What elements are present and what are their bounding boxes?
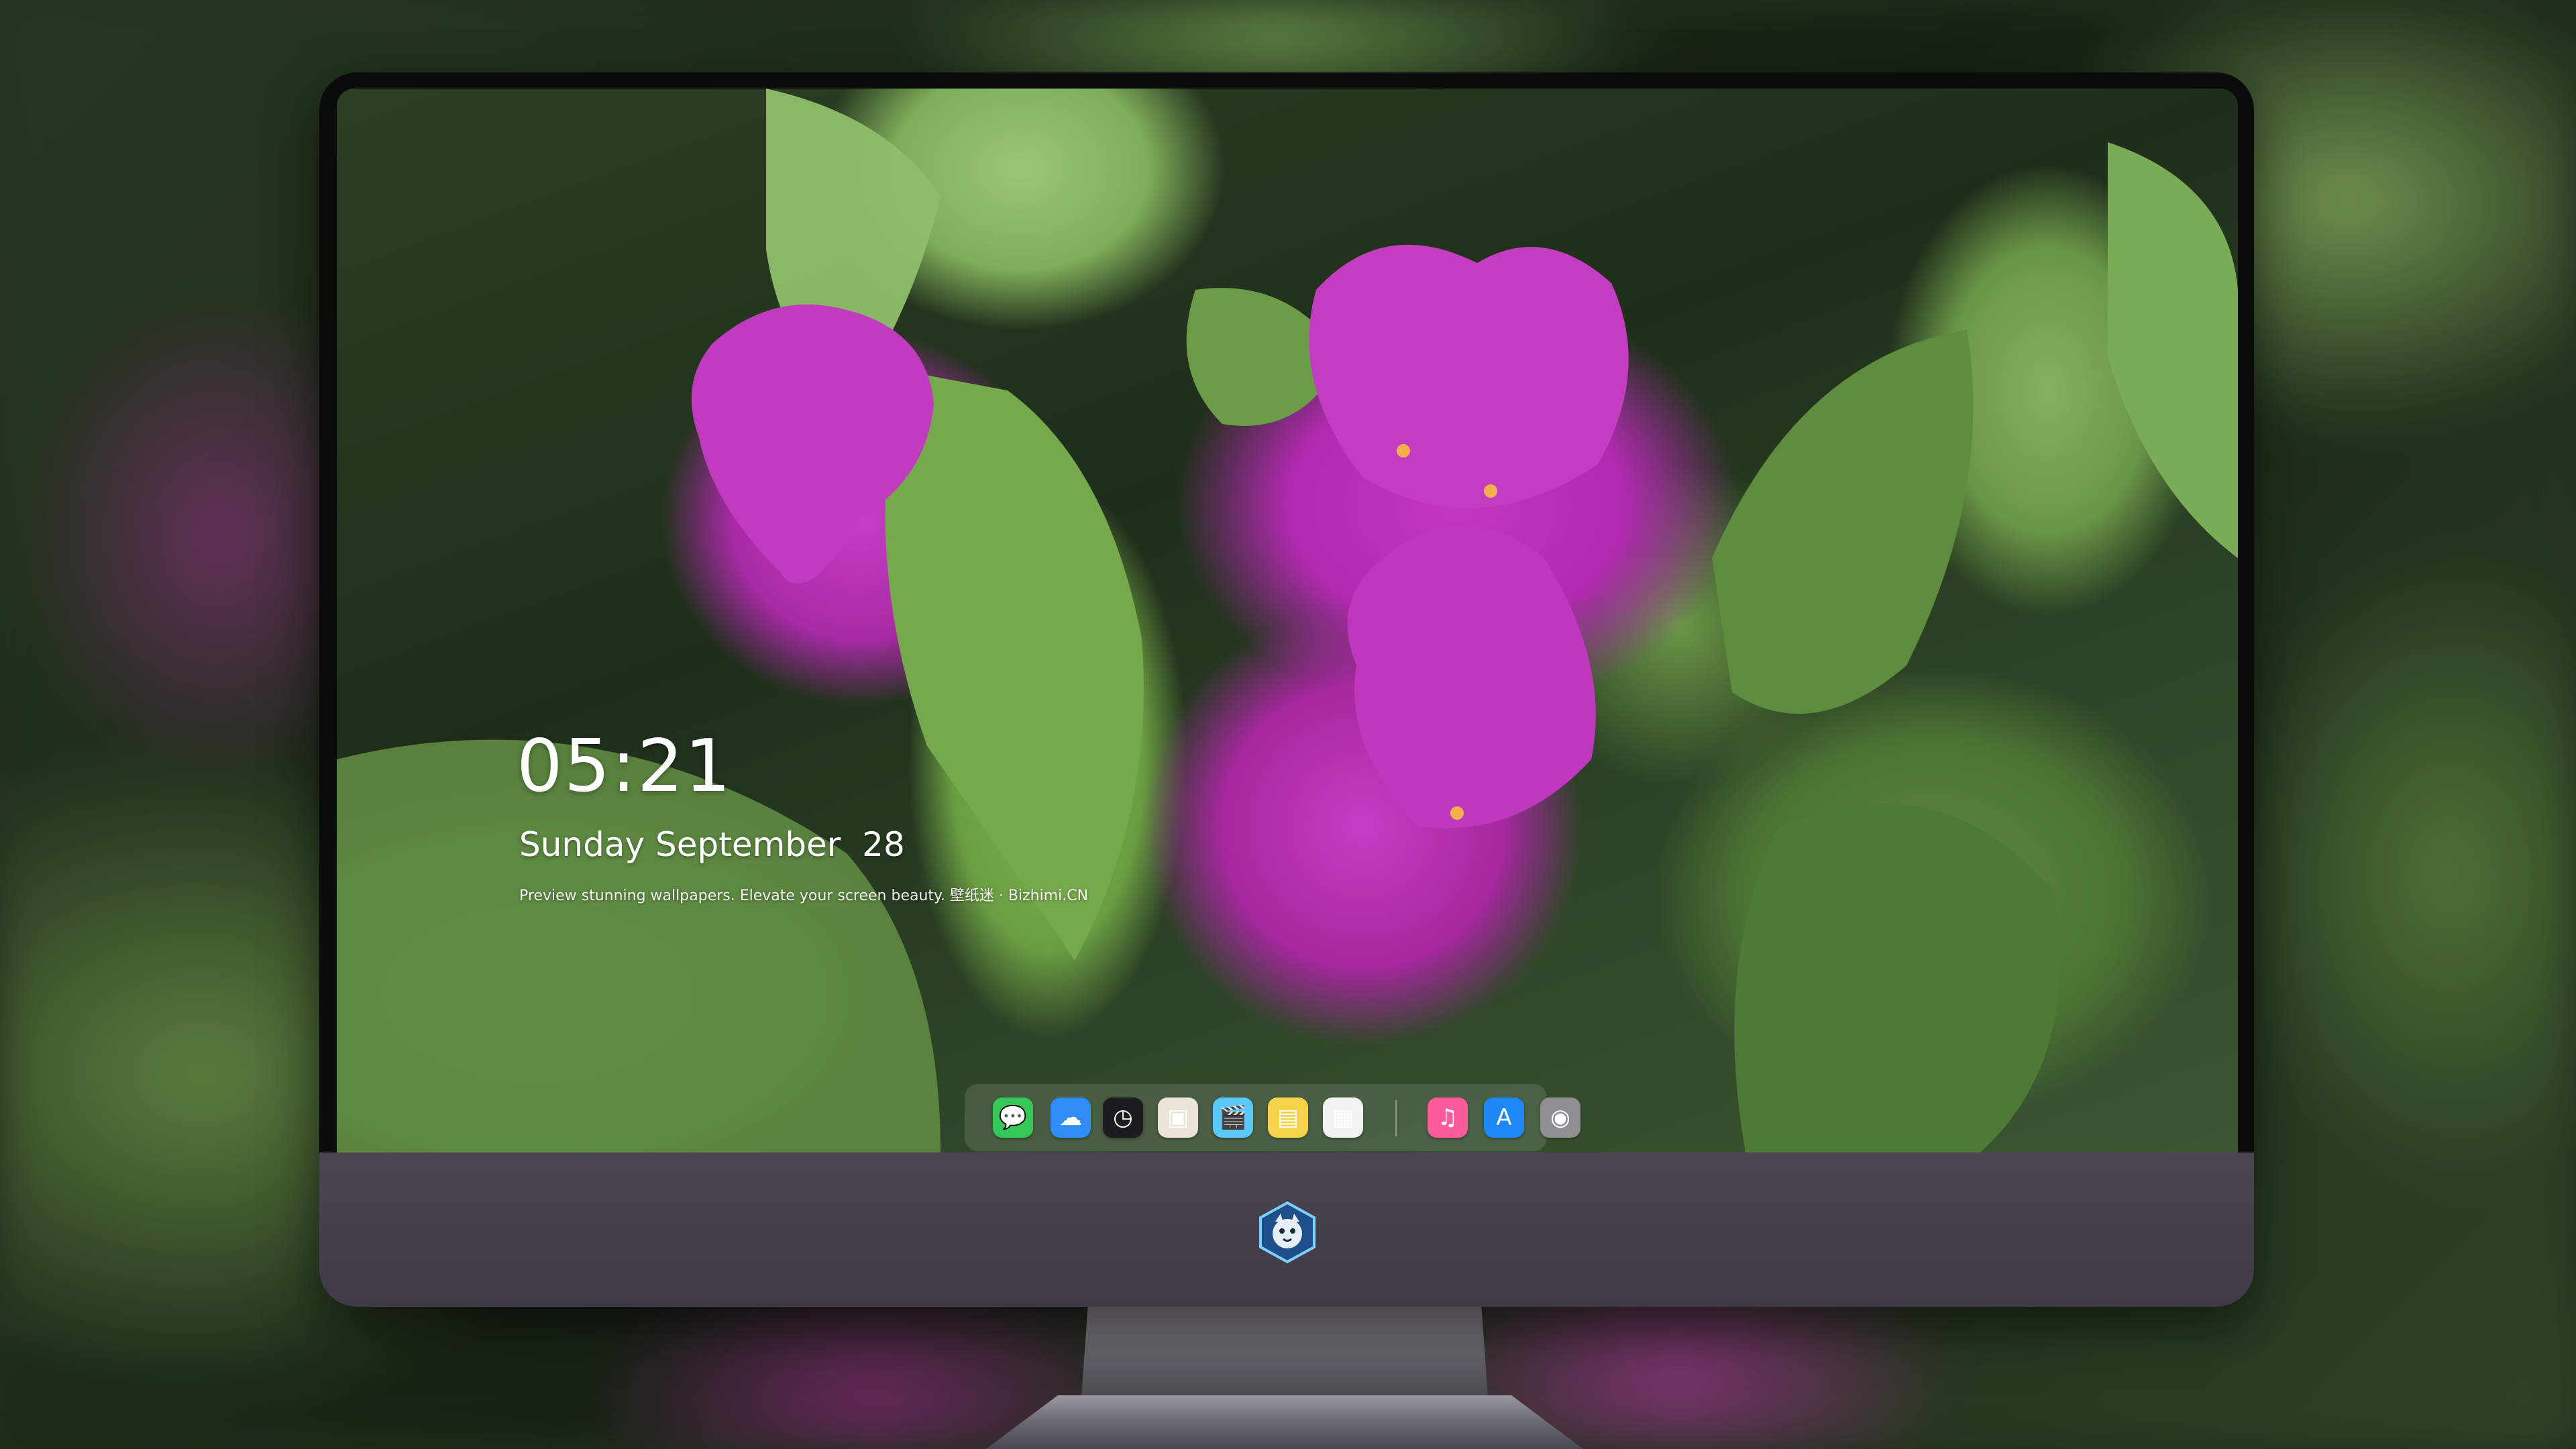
lock-screen-time: 05:21 <box>517 724 733 808</box>
lock-screen-date: Sunday September 28 <box>519 825 905 864</box>
screen-wallpaper: 05:21 Sunday September 28 Preview stunni… <box>337 89 2238 1152</box>
brand-logo-icon <box>1259 1201 1316 1264</box>
leaf-shape <box>2108 142 2238 558</box>
camera-icon[interactable]: ◉ <box>1540 1097 1580 1138</box>
wallpaper-art <box>337 89 2238 1152</box>
clock-icon[interactable]: ◷ <box>1103 1097 1143 1138</box>
clips-icon[interactable]: 🎬 <box>1213 1097 1253 1138</box>
music-icon[interactable]: ♫ <box>1428 1097 1468 1138</box>
flower-shape <box>1309 244 1629 508</box>
leaf-shape <box>1712 330 1974 714</box>
dock-divider <box>1395 1100 1397 1136</box>
flower-shape <box>1347 525 1596 828</box>
app-store-icon[interactable]: A <box>1484 1097 1524 1138</box>
messages-icon[interactable]: 💬 <box>993 1097 1033 1138</box>
wallpaper-tagline: Preview stunning wallpapers. Elevate you… <box>519 888 1089 904</box>
monitor-stand-base <box>986 1395 1583 1449</box>
notes-icon[interactable]: ▤ <box>1268 1097 1308 1138</box>
leaf-shape <box>885 370 1144 961</box>
photos-icon[interactable]: ▦ <box>1323 1097 1363 1138</box>
leaf-shape <box>1734 804 2060 1152</box>
weather-icon[interactable]: ☁ <box>1051 1097 1091 1138</box>
preview-icon[interactable]: ▣ <box>1158 1097 1198 1138</box>
